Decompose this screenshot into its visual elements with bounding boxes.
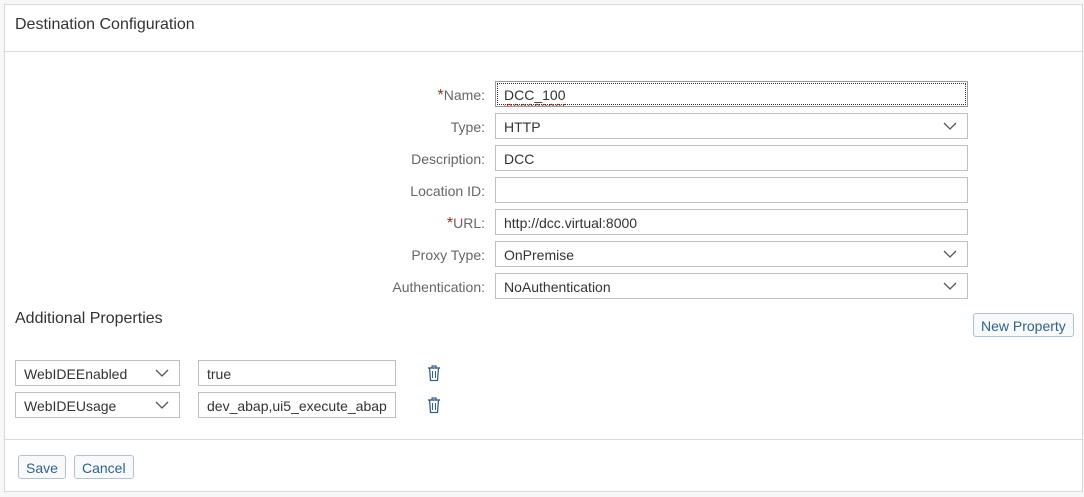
chevron-down-icon [155,369,169,377]
save-button[interactable]: Save [18,455,66,479]
description-label: Description: [411,151,485,167]
proxy-type-label: Proxy Type: [411,247,485,263]
chevron-down-icon [943,122,957,130]
property-value-input[interactable]: dev_abap,ui5_execute_abap [198,392,396,418]
location-id-label: Location ID: [410,183,485,199]
name-label: *Name: [437,87,485,104]
name-input[interactable]: DCC_100 [495,81,968,107]
authentication-label: Authentication: [392,279,485,295]
new-property-button[interactable]: New Property [973,313,1074,337]
description-row: Description: DCC [5,145,1082,171]
additional-properties-title: Additional Properties [15,310,163,327]
name-row: *Name: DCC_100 [5,81,1082,107]
cancel-button[interactable]: Cancel [74,455,134,479]
type-row: Type: HTTP [5,113,1082,139]
panel-header: Destination Configuration [5,5,1082,52]
chevron-down-icon [943,250,957,258]
url-input[interactable]: http://dcc.virtual:8000 [495,209,968,235]
proxy-type-select[interactable]: OnPremise [495,241,968,267]
proxy-type-row: Proxy Type: OnPremise [5,241,1082,267]
authentication-select[interactable]: NoAuthentication [495,273,968,299]
chevron-down-icon [943,282,957,290]
authentication-row: Authentication: NoAuthentication [5,273,1082,299]
type-label: Type: [450,119,485,135]
page-title: Destination Configuration [15,16,195,33]
destination-panel: Destination Configuration *Name: DCC_100… [4,4,1083,492]
property-key-select[interactable]: WebIDEEnabled [15,360,180,386]
url-label: *URL: [446,215,485,232]
trash-icon[interactable] [426,364,442,382]
chevron-down-icon [155,401,169,409]
type-select[interactable]: HTTP [495,113,968,139]
location-id-row: Location ID: [5,177,1082,203]
property-value-input[interactable]: true [198,360,396,386]
property-key-select[interactable]: WebIDEUsage [15,392,180,418]
trash-icon[interactable] [426,396,442,414]
description-input[interactable]: DCC [495,145,968,171]
url-row: *URL: http://dcc.virtual:8000 [5,209,1082,235]
footer-divider [5,439,1082,440]
location-id-input[interactable] [495,177,968,203]
